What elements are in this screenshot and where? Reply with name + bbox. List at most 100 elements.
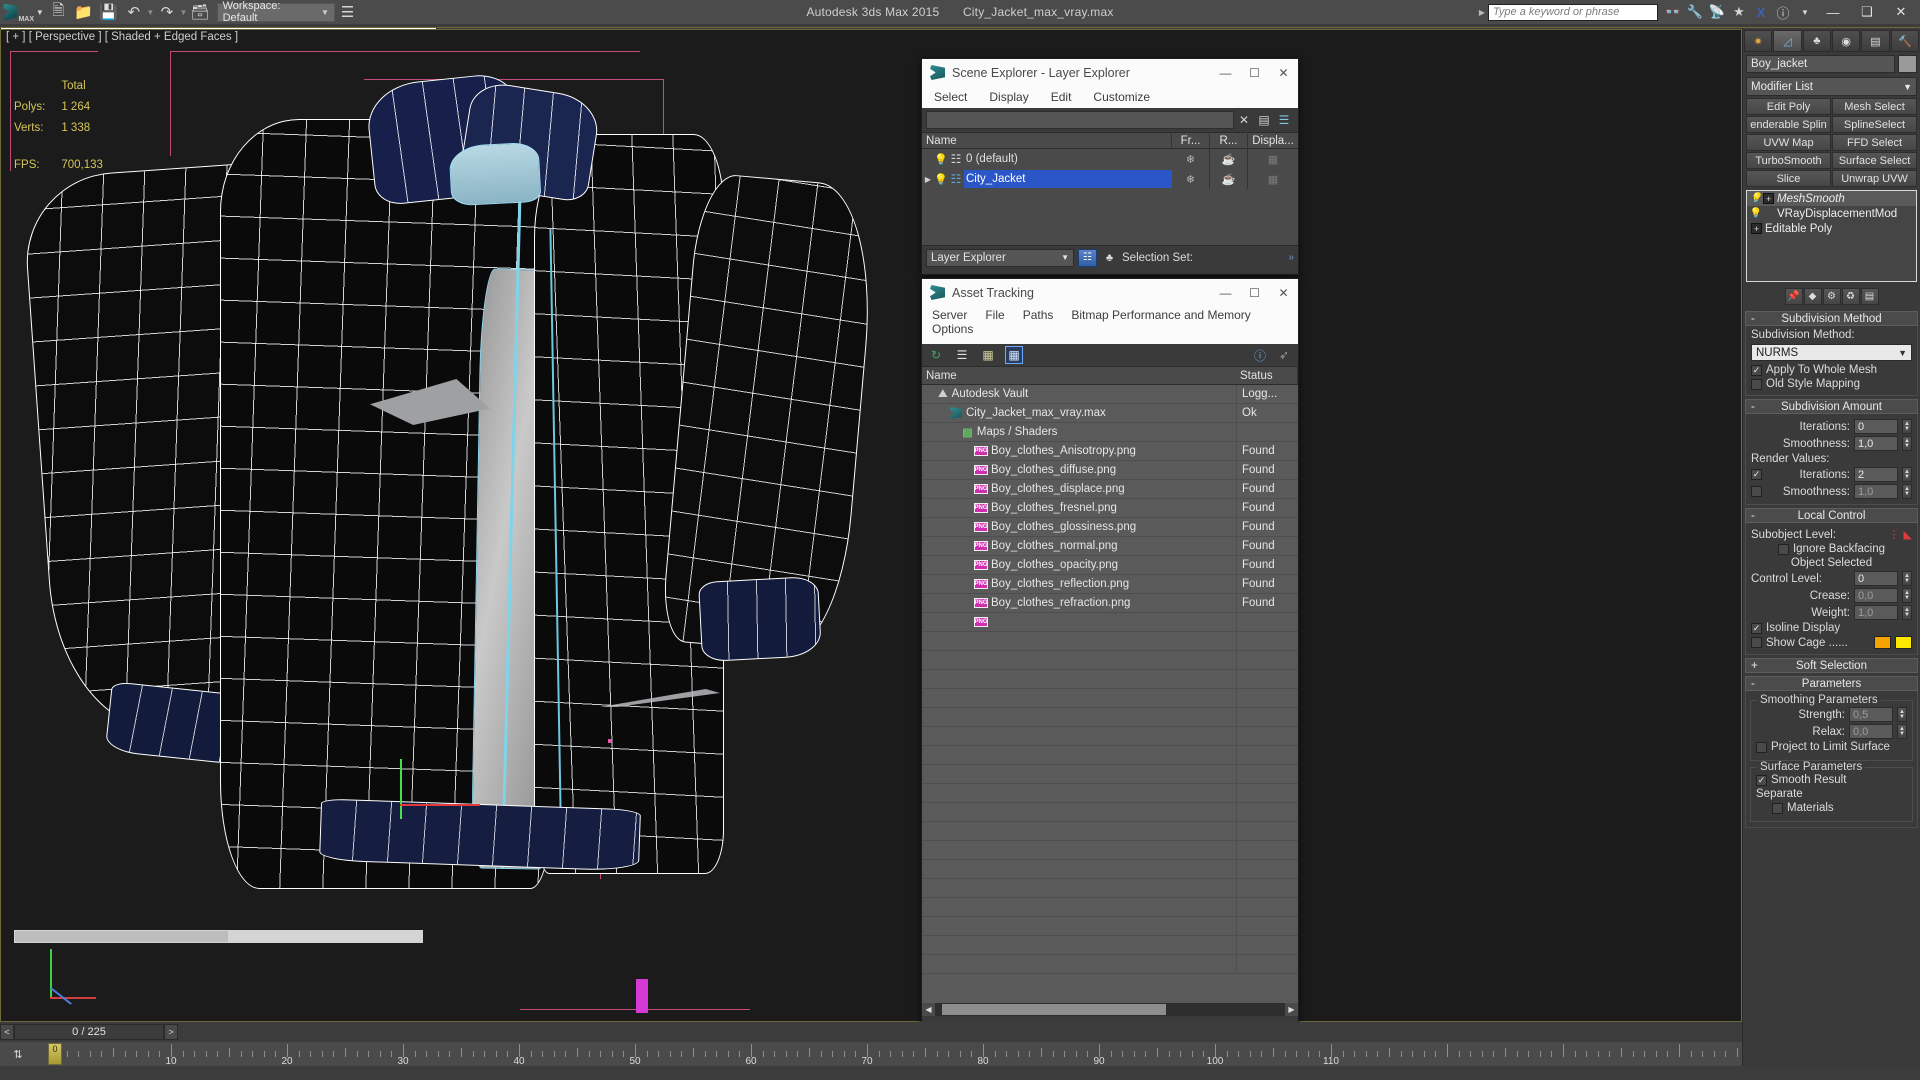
time-slider-handle[interactable]: 0	[48, 1043, 62, 1065]
modify-tab[interactable]: ◿	[1773, 30, 1802, 52]
modifier-list-dropdown[interactable]: Modifier List ▼	[1746, 77, 1917, 96]
asset-row-empty[interactable]	[922, 802, 1298, 822]
rollout-toggle[interactable]: -	[1751, 313, 1755, 325]
rollout-parameters[interactable]: - Parameters Smoothing Parameters Streng…	[1745, 676, 1918, 828]
asset-row[interactable]: PNG Boy_clothes_opacity.png Found	[922, 555, 1298, 575]
asset-row[interactable]: PNG Boy_clothes_glossiness.png Found	[922, 517, 1298, 537]
asset-row-empty[interactable]	[922, 745, 1298, 765]
modifier-stack[interactable]: 💡 + MeshSmooth 💡 VRayDisplacementMod + E…	[1746, 190, 1917, 282]
chevron-down-icon[interactable]: ▼	[34, 1, 46, 23]
chevron-down-icon[interactable]: ▼	[1898, 348, 1907, 358]
rollout-toggle[interactable]: -	[1751, 678, 1755, 690]
subdivision-method-select[interactable]: NURMS ▼	[1751, 344, 1912, 361]
asset-row[interactable]: PNG Boy_clothes_fresnel.png Found	[922, 498, 1298, 518]
expand-arrow-icon[interactable]: ▶	[922, 175, 934, 184]
menu-server[interactable]: Server	[932, 308, 967, 322]
search-input[interactable]: Type a keyword or phrase	[1488, 3, 1658, 21]
asset-row-empty[interactable]	[922, 821, 1298, 841]
render-smoothness-spinner[interactable]: ▲ ▼	[1902, 484, 1912, 499]
menu-display[interactable]: Display	[989, 90, 1028, 104]
display-icon[interactable]: ▦	[1248, 149, 1298, 169]
vertex-subobject-icon[interactable]: ⋮	[1889, 528, 1900, 541]
smoothness-spinner[interactable]: ▲ ▼	[1902, 436, 1912, 451]
isoline-display-checkbox[interactable]: ✓	[1751, 622, 1762, 634]
asset-row-empty[interactable]	[922, 726, 1298, 746]
minimize-button[interactable]: —	[1211, 279, 1240, 306]
undo-dropdown-icon[interactable]: ▼	[146, 8, 154, 17]
light-bulb-icon[interactable]: 💡	[1749, 208, 1763, 219]
old-style-mapping-row[interactable]: Old Style Mapping	[1751, 378, 1912, 390]
isoline-display-row[interactable]: ✓ Isoline Display	[1751, 622, 1912, 634]
render-iterations-input[interactable]: 2	[1854, 467, 1898, 482]
relax-input[interactable]: 0,0	[1849, 724, 1893, 739]
expand-more-icon[interactable]: »	[1288, 252, 1294, 263]
render-smoothness-checkbox[interactable]	[1751, 486, 1762, 497]
smooth-result-row[interactable]: ✓ Smooth Result	[1756, 774, 1907, 786]
asset-row-empty[interactable]	[922, 916, 1298, 936]
menu-customize[interactable]: Customize	[1093, 90, 1150, 104]
layer-row[interactable]: 💡 ☷ 0 (default) ❄ ☕ ▦	[922, 149, 1298, 169]
modifier-ffd-select[interactable]: FFD Select	[1832, 134, 1917, 151]
workspace-menu-icon[interactable]: ☰	[335, 1, 360, 23]
command-panel[interactable]: ✷ ◿ ♣ ◉ ▤ 🔨 Boy_jacket Modifier List ▼ E…	[1742, 29, 1920, 1080]
object-color-swatch[interactable]	[1898, 55, 1917, 73]
asset-row-empty[interactable]	[922, 707, 1298, 727]
column-name[interactable]: Name	[922, 132, 1172, 149]
list-view-icon[interactable]: ☰	[954, 347, 970, 363]
column-freeze[interactable]: Fr...	[1172, 132, 1210, 149]
strength-spinner[interactable]: ▲ ▼	[1897, 707, 1907, 722]
modifier-unwrap-uvw[interactable]: Unwrap UVW	[1832, 170, 1917, 187]
control-level-spinner[interactable]: ▲ ▼	[1902, 571, 1912, 586]
redo-icon[interactable]: ↷	[154, 1, 179, 23]
asset-row[interactable]: PNG Boy_clothes_diffuse.png Found	[922, 460, 1298, 480]
time-ruler[interactable]: ⇅ 10 20 30 40 50 60 70 80 90 100 110	[0, 1042, 1742, 1067]
make-unique-icon[interactable]: ⚙	[1822, 288, 1841, 305]
asset-tracking-list[interactable]: ⛰ Autodesk Vault Logg... City_Jacket_max…	[922, 385, 1298, 1003]
layer-name[interactable]: 0 (default)	[964, 150, 1172, 168]
minimize-button[interactable]: —	[1211, 59, 1240, 86]
wrench-icon[interactable]: 🔧	[1684, 1, 1706, 23]
pin-stack-icon[interactable]: 📌	[1784, 288, 1803, 305]
help-icon[interactable]: ⓘ	[1772, 1, 1794, 23]
scene-explorer-list[interactable]: 💡 ☷ 0 (default) ❄ ☕ ▦ ▶ 💡 ☷ City_Jacket …	[922, 149, 1298, 245]
weight-spinner[interactable]: ▲ ▼	[1902, 605, 1912, 620]
asset-tracking-hscrollbar[interactable]: ◀ ▶	[922, 1003, 1298, 1016]
rollout-toggle[interactable]: -	[1751, 401, 1755, 413]
column-display[interactable]: Displa...	[1248, 132, 1298, 149]
close-button[interactable]: ✕	[1269, 279, 1298, 306]
rollout-header[interactable]: - Subdivision Amount	[1745, 399, 1918, 414]
maximize-button[interactable]: ☐	[1240, 59, 1269, 86]
rollout-local-control[interactable]: - Local Control Subobject Level: ⋮ ◣ Ign…	[1745, 508, 1918, 655]
materials-checkbox[interactable]	[1772, 802, 1783, 814]
redo-dropdown-icon[interactable]: ▼	[179, 8, 187, 17]
relax-spinner[interactable]: ▲ ▼	[1897, 724, 1907, 739]
viewport-label[interactable]: [ + ] [ Perspective ] [ Shaded + Edged F…	[6, 31, 238, 43]
binoculars-icon[interactable]: 👓	[1662, 1, 1684, 23]
modifier-renderable-spline[interactable]: enderable Splin	[1746, 116, 1831, 133]
scene-explorer-search-input[interactable]	[926, 111, 1234, 129]
column-render[interactable]: R...	[1210, 132, 1248, 149]
restore-button[interactable]: ❑	[1850, 0, 1884, 24]
scrollbar-thumb[interactable]	[942, 1004, 1166, 1015]
asset-row-empty[interactable]	[922, 840, 1298, 860]
display-icon[interactable]: ▦	[1248, 169, 1298, 189]
layers-icon[interactable]: ☰	[1274, 111, 1294, 129]
crease-input[interactable]: 0,0	[1854, 588, 1898, 603]
control-level-input[interactable]: 0	[1854, 571, 1898, 586]
configure-sets-icon[interactable]: ▤	[1860, 288, 1879, 305]
render-iterations-checkbox[interactable]: ✓	[1751, 469, 1762, 480]
motion-tab[interactable]: ◉	[1831, 30, 1861, 52]
asset-row[interactable]: ⛰ Autodesk Vault Logg...	[922, 385, 1298, 404]
iterations-spinner[interactable]: ▲ ▼	[1902, 419, 1912, 434]
object-name-input[interactable]: Boy_jacket	[1746, 55, 1895, 73]
prev-frame-button[interactable]: <	[0, 1024, 14, 1040]
asset-row-empty[interactable]	[922, 669, 1298, 689]
project-limit-row[interactable]: Project to Limit Surface	[1756, 741, 1907, 753]
modifier-turbosmooth[interactable]: TurboSmooth	[1746, 152, 1831, 169]
star-icon[interactable]: ★	[1728, 1, 1750, 23]
show-cage-checkbox[interactable]	[1751, 637, 1762, 648]
explorer-mode-combo[interactable]: Layer Explorer ▼	[926, 248, 1074, 267]
asset-row[interactable]: PNG Boy_clothes_displace.png Found	[922, 479, 1298, 499]
scroll-left-icon[interactable]: ◀	[922, 1003, 935, 1016]
display-tab[interactable]: ▤	[1861, 30, 1890, 52]
